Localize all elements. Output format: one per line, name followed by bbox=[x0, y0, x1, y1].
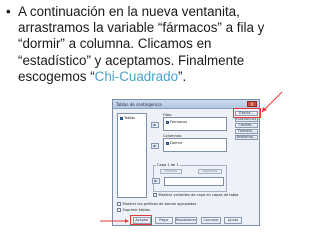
statistics-arrow-head bbox=[262, 107, 267, 112]
clustered-bars-label: Mostrar los gráficos de barras agrupadas bbox=[122, 202, 197, 206]
bullet-line-5: escogemos “Chi-Cuadrado”. bbox=[6, 69, 314, 85]
cancel-button[interactable]: Cancelar bbox=[201, 217, 221, 224]
layer-display-label: Mostrar variables de capa en capas de ta… bbox=[158, 193, 239, 197]
clustered-bars-checkbox[interactable] bbox=[117, 202, 121, 206]
suppress-tables-label: Suprimir tablas bbox=[122, 208, 150, 212]
chi-cuadrado-highlight: Chi-Cuadrado bbox=[94, 68, 179, 84]
bullet-line-1: • A continuación en la nueva ventanita, bbox=[6, 4, 314, 20]
move-to-columns-button[interactable]: ► bbox=[151, 143, 159, 149]
help-button[interactable]: Ayuda bbox=[224, 217, 242, 224]
accept-highlight-box bbox=[130, 215, 152, 225]
clustered-bars-option[interactable]: Mostrar los gráficos de barras agrupadas bbox=[117, 202, 196, 206]
variable-icon bbox=[166, 141, 169, 145]
columns-variable-label: Dormir bbox=[170, 141, 183, 145]
columns-field[interactable]: Dormir bbox=[163, 138, 227, 152]
bullet-dot: • bbox=[6, 4, 11, 19]
layer-display-option[interactable]: Mostrar variables de capa en capas de ta… bbox=[153, 193, 238, 197]
close-button[interactable]: X bbox=[247, 101, 257, 107]
variable-label: Tablas bbox=[124, 116, 136, 120]
rows-entry[interactable]: Fármacos bbox=[166, 120, 187, 124]
previous-layer-button[interactable]: Anterior bbox=[160, 169, 182, 174]
statistics-highlight-box bbox=[233, 108, 261, 118]
reset-button[interactable]: Restablecer bbox=[175, 217, 197, 224]
move-to-rows-button[interactable]: ► bbox=[151, 122, 159, 128]
bullet-line-2: arrastramos la variable “fármacos” a fil… bbox=[18, 20, 265, 36]
dialog-title: Tablas de contingencia bbox=[116, 102, 162, 107]
bullet-text-1: A continuación en la nueva ventanita, bbox=[18, 4, 240, 19]
bullet-text-5a: escogemos “ bbox=[18, 68, 95, 84]
crosstabs-dialog: Tablas de contingencia X Tablas Filas: ►… bbox=[112, 99, 260, 226]
format-button[interactable]: Formato... bbox=[235, 129, 258, 134]
bullet-line-4: “estadístico” y aceptamos. Finalmente bbox=[18, 52, 245, 68]
bullet-text-5b: ”. bbox=[178, 68, 187, 84]
layer-group-title: Capa 1 de 1 bbox=[156, 163, 180, 167]
variable-icon bbox=[120, 116, 123, 120]
slide-bullet-text: • A continuación en la nueva ventanita, a… bbox=[6, 4, 314, 85]
layer-display-checkbox[interactable] bbox=[153, 193, 157, 197]
paste-button[interactable]: Pegar bbox=[155, 217, 173, 224]
layer-group: Capa 1 de 1 Anterior Siguiente ► bbox=[152, 163, 227, 192]
variable-icon bbox=[166, 120, 169, 124]
list-item[interactable]: Tablas bbox=[120, 116, 135, 120]
layer-field[interactable] bbox=[164, 177, 224, 186]
rows-field[interactable]: Fármacos bbox=[163, 117, 227, 131]
suppress-tables-checkbox[interactable] bbox=[117, 208, 121, 212]
suppress-tables-option[interactable]: Suprimir tablas bbox=[117, 208, 150, 212]
bullet-line-3: “dormir” a columna. Clicamos en bbox=[18, 36, 212, 52]
move-to-layer-button[interactable]: ► bbox=[152, 178, 160, 184]
cells-button[interactable]: Casillas... bbox=[235, 123, 258, 128]
rows-variable-label: Fármacos bbox=[170, 120, 188, 124]
columns-entry[interactable]: Dormir bbox=[166, 141, 182, 145]
bootstrap-button[interactable]: Bootstrap... bbox=[235, 135, 258, 140]
variable-list[interactable]: Tablas bbox=[117, 113, 147, 198]
statistics-arrow bbox=[261, 91, 283, 113]
next-layer-button[interactable]: Siguiente bbox=[198, 169, 222, 174]
